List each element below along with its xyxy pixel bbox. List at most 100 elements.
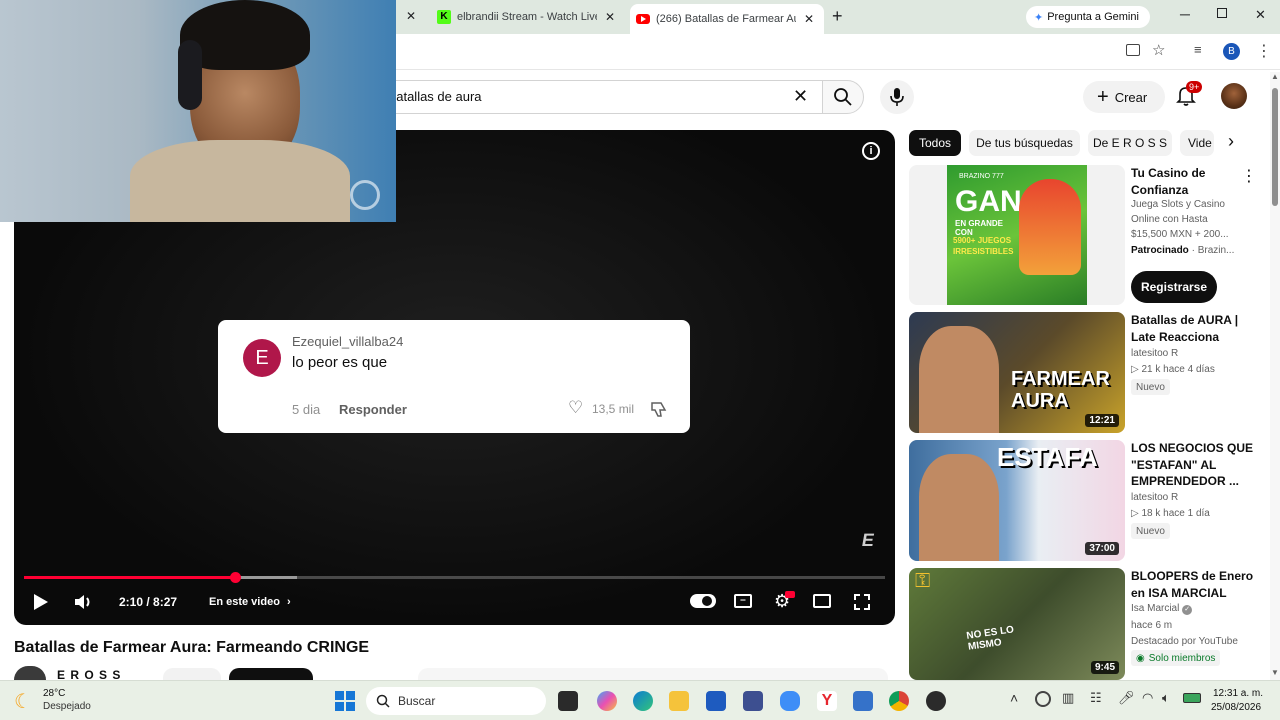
theater-mode-icon[interactable] — [813, 594, 831, 608]
progress-bar[interactable] — [24, 572, 885, 583]
rec-thumb-text: FARMEAR AURA — [1011, 368, 1110, 412]
scrubber-handle[interactable] — [230, 572, 241, 583]
tray-app-icon[interactable] — [1035, 691, 1051, 707]
performance-icon[interactable]: ▥ — [1062, 690, 1074, 706]
mixer-icon[interactable]: ☷ — [1090, 690, 1102, 706]
window-close-icon[interactable]: ✕ — [1255, 7, 1266, 23]
speaker-icon[interactable]: 🔈︎ — [1162, 690, 1170, 706]
comment-age: 5 dia — [292, 402, 321, 417]
ad-register-button[interactable]: Registrarse — [1131, 271, 1217, 303]
fullscreen-icon[interactable] — [853, 593, 871, 611]
subscribe-button[interactable] — [229, 668, 313, 680]
rec-person — [919, 326, 999, 433]
tab-close-icon[interactable]: ✕ — [605, 10, 615, 24]
chapter-button[interactable]: En este video › — [209, 596, 291, 608]
file-explorer-icon[interactable] — [669, 691, 689, 711]
chip-videos[interactable]: Vide — [1180, 130, 1214, 156]
weather-temp[interactable]: 28°C — [43, 688, 65, 699]
store-icon[interactable] — [706, 691, 726, 711]
settings-button[interactable]: ⚙ — [774, 591, 795, 612]
copilot-icon[interactable] — [597, 691, 617, 711]
chrome-icon[interactable] — [889, 691, 909, 711]
rec-channel: latesitoo R — [1131, 348, 1179, 359]
media-control-icon[interactable]: ≡ — [1194, 42, 1202, 57]
kick-icon: K — [437, 10, 451, 24]
maximize-icon[interactable] — [1217, 8, 1227, 18]
ad-desc-1: Juega Slots y Casino — [1131, 199, 1225, 210]
weather-desc[interactable]: Despejado — [43, 701, 91, 712]
rec-thumb-text: NO ES LO MISMO — [965, 624, 1015, 653]
play-button[interactable] — [34, 594, 48, 610]
weather-moon-icon: ☾ — [14, 691, 32, 713]
app-icon[interactable] — [853, 691, 873, 711]
yandex-icon[interactable]: Y — [817, 691, 837, 711]
voice-search-button[interactable] — [880, 80, 914, 114]
rec-thumb-text: ESTAFA — [997, 442, 1098, 472]
chip-from-channel[interactable]: De E R O S S — [1088, 130, 1172, 156]
search-button[interactable] — [822, 80, 864, 114]
page-scrollbar[interactable]: ▲ ▼ — [1270, 72, 1280, 680]
clear-search-icon[interactable]: ✕ — [793, 86, 808, 107]
search-input[interactable]: batallas de aura ✕ — [330, 80, 822, 114]
chevron-right-icon: › — [286, 596, 291, 608]
channel-avatar[interactable] — [14, 666, 46, 680]
rec-thumbnail[interactable]: FARMEAR AURA 12:21 — [909, 312, 1125, 433]
subtitles-icon[interactable]: ═ — [734, 594, 752, 608]
rec-featured: Destacado por YouTube — [1131, 636, 1238, 647]
ad-games-text: 5900+ JUEGOS IRRESISTIBLES — [953, 236, 1014, 256]
minimize-icon[interactable]: ─ — [1180, 6, 1190, 22]
autoplay-toggle[interactable] — [690, 594, 716, 608]
bookmark-star-icon[interactable]: ☆ — [1152, 41, 1165, 59]
mail-app-icon[interactable] — [743, 691, 763, 711]
rec-title[interactable]: LOS NEGOCIOS QUE "ESTAFAN" AL EMPRENDEDO… — [1131, 440, 1261, 490]
chip-scroll-right-icon[interactable]: › — [1228, 131, 1234, 152]
rec-thumbnail[interactable]: ESTAFA 37:00 — [909, 440, 1125, 561]
tab-elbrandii[interactable]: K elbrandii Stream - Watch Live o ✕ — [437, 5, 615, 29]
install-app-icon[interactable] — [1126, 44, 1140, 56]
taskbar-search[interactable]: Buscar — [366, 687, 546, 715]
start-button[interactable] — [335, 691, 355, 711]
chip-from-searches[interactable]: De tus búsquedas — [969, 130, 1080, 156]
rec-title[interactable]: Batallas de AURA | Late Reacciona — [1131, 312, 1261, 345]
ad-menu-icon[interactable]: ⋮ — [1241, 166, 1257, 186]
task-view-icon[interactable] — [558, 691, 578, 711]
notifications-button[interactable]: 9+ — [1176, 81, 1203, 109]
obs-icon[interactable] — [926, 691, 946, 711]
action-buttons-row[interactable] — [418, 668, 888, 680]
chapter-label: En este video — [209, 596, 280, 608]
cloud-app-icon[interactable] — [780, 691, 800, 711]
ad-title[interactable]: Tu Casino de Confianza — [1131, 165, 1236, 198]
info-icon[interactable]: i — [862, 142, 880, 160]
scroll-down-icon[interactable]: ▼ — [1271, 668, 1279, 677]
ad-thumbnail[interactable]: BRAZINO 777 GANA EN GRANDE CON 5900+ JUE… — [909, 165, 1125, 305]
profile-avatar[interactable]: B — [1223, 43, 1240, 60]
headphones-icon — [178, 40, 202, 110]
join-button[interactable] — [163, 668, 221, 680]
members-label: Solo miembros — [1148, 652, 1216, 664]
battery-icon[interactable] — [1183, 693, 1201, 703]
clock-date[interactable]: 25/08/2026 — [1211, 702, 1261, 713]
wifi-icon[interactable]: ◠ — [1142, 690, 1153, 706]
rec-title[interactable]: BLOOPERS de Enero en ISA MARCIAL — [1131, 568, 1261, 601]
chip-all[interactable]: Todos — [909, 130, 961, 156]
edge-icon[interactable] — [633, 691, 653, 711]
tab-close-icon[interactable]: ✕ — [406, 9, 416, 23]
tab-close-icon[interactable]: ✕ — [804, 12, 814, 26]
scroll-up-icon[interactable]: ▲ — [1271, 72, 1279, 81]
browser-menu-icon[interactable]: ⋮ — [1256, 41, 1272, 61]
gemini-button[interactable]: ✦ Pregunta a Gemini — [1026, 6, 1150, 28]
clock-time[interactable]: 12:31 a. m. — [1213, 688, 1263, 699]
new-badge: Nuevo — [1131, 379, 1170, 395]
account-avatar[interactable] — [1221, 83, 1247, 109]
tab-youtube-active[interactable]: (266) Batallas de Farmear Aura: ✕ — [630, 4, 824, 34]
rec-thumbnail[interactable]: ⚿ NO ES LO MISMO 9:45 — [909, 568, 1125, 680]
volume-icon[interactable] — [73, 593, 95, 611]
microphone-tray-icon[interactable]: 🎤︎ — [1118, 690, 1135, 706]
tab-title: elbrandii Stream - Watch Live o — [457, 11, 597, 23]
key-icon: ⚿ — [915, 570, 931, 592]
new-tab-plus-icon[interactable]: + — [832, 6, 843, 27]
show-hidden-icons-icon[interactable]: ˄ — [1010, 690, 1018, 706]
create-button[interactable]: + Crear — [1083, 81, 1165, 113]
tab-title: (266) Batallas de Farmear Aura: — [656, 13, 796, 25]
scrollbar-thumb[interactable] — [1272, 88, 1278, 206]
